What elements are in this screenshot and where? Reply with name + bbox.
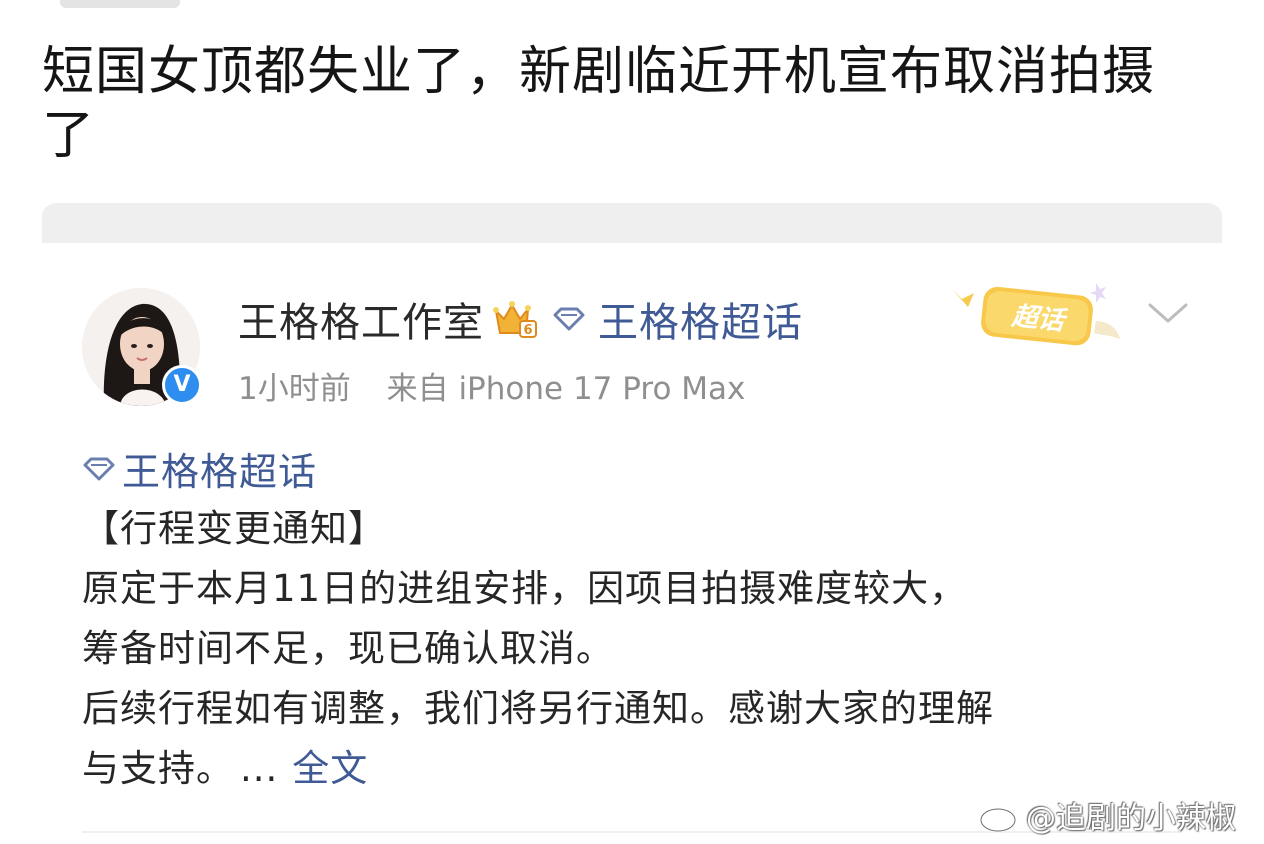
author-row: 王格格工作室 6 王格格超话 bbox=[238, 290, 803, 348]
cropped-top-element bbox=[60, 0, 180, 8]
card-separator bbox=[42, 203, 1222, 243]
content-topic-tag[interactable]: 王格格超话 bbox=[82, 441, 317, 496]
truncation-ellipsis: ... bbox=[240, 747, 279, 790]
screenshot-page: 短国女顶都失业了，新剧临近开机宣布取消拍摄了 V 王格格工作室 6 王格格超话 … bbox=[0, 0, 1264, 844]
post-title: 短国女顶都失业了，新剧临近开机宣布取消拍摄了 bbox=[42, 42, 1156, 166]
level-number: 6 bbox=[523, 323, 532, 338]
author-name[interactable]: 王格格工作室 bbox=[238, 290, 484, 348]
post-time: 1小时前 bbox=[238, 371, 351, 407]
supertopic-badge-label: 超话 bbox=[1010, 301, 1070, 337]
verified-badge-icon: V bbox=[162, 365, 202, 405]
post-paragraph: 原定于本月11日的进组安排，因项目拍摄难度较大， bbox=[82, 567, 968, 610]
post-body: 【行程变更通知】 原定于本月11日的进组安排，因项目拍摄难度较大， 筹备时间不足… bbox=[82, 499, 1192, 799]
chevron-down-icon[interactable] bbox=[1146, 299, 1190, 327]
post-meta: 1小时前 来自 iPhone 17 Pro Max bbox=[238, 363, 745, 408]
weibo-logo-icon bbox=[979, 800, 1021, 833]
crown-level-icon[interactable]: 6 bbox=[492, 297, 538, 341]
post-paragraph-text: 与支持。 bbox=[82, 747, 234, 790]
post-paragraph: 【行程变更通知】 bbox=[82, 507, 386, 550]
diamond-icon bbox=[552, 307, 586, 331]
diamond-icon bbox=[82, 457, 116, 481]
content-topic-label[interactable]: 王格格超话 bbox=[122, 441, 317, 496]
expand-full-text-link[interactable]: 全文 bbox=[292, 747, 368, 790]
post-paragraph: 后续行程如有调整，我们将另行通知。感谢大家的理解 bbox=[82, 687, 994, 730]
post-paragraph: 筹备时间不足，现已确认取消。 bbox=[82, 627, 614, 670]
supertopic-badge[interactable]: 超话 bbox=[946, 273, 1126, 357]
watermark-text: @追剧的小辣椒 bbox=[1026, 801, 1236, 836]
watermark: @追剧的小辣椒 bbox=[978, 793, 1236, 837]
post-paragraph-last: 与支持。... 全文 bbox=[82, 739, 1192, 799]
post-source: 来自 iPhone 17 Pro Max bbox=[386, 371, 746, 407]
author-supertopic-link[interactable]: 王格格超话 bbox=[598, 290, 803, 348]
weibo-post-card[interactable]: V 王格格工作室 6 王格格超话 1小时前 来自 iPhone 17 Pro M… bbox=[42, 243, 1222, 844]
